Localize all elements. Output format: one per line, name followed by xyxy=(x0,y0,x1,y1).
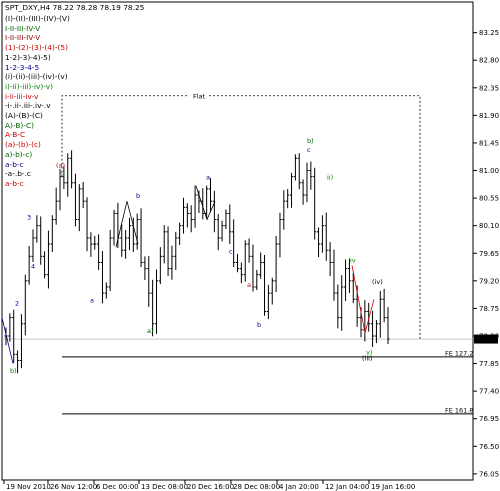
plot-frame xyxy=(1,1,474,481)
x-tick-label: 19 Jan 16:00 xyxy=(371,483,415,491)
legend-entry: i-ii-iii-iv-v xyxy=(5,91,39,101)
flat-box xyxy=(61,95,421,340)
wave-label: a xyxy=(90,296,94,304)
wave-label: a xyxy=(206,174,210,182)
legend-entry: (A)-(B)-(C) xyxy=(5,111,43,121)
wave-label: c xyxy=(229,247,233,255)
wave-label: 4 xyxy=(31,263,35,271)
legend-entry: (i)-(ii)-(iii)-(iv)-(v) xyxy=(5,72,68,82)
y-tick-label: 81.90 xyxy=(479,112,499,120)
y-tick-label: 79.20 xyxy=(479,277,499,285)
legend-entry: 1-2-3-4-5 xyxy=(5,62,40,72)
wave-label: b) xyxy=(307,137,314,145)
wave-label: a) xyxy=(147,327,154,335)
x-tick-label: 26 Nov 12:00 xyxy=(50,483,97,491)
ohlc-low: 78.19 xyxy=(99,3,121,12)
wave-label: b) xyxy=(10,367,17,375)
wave-label: 3 xyxy=(27,214,31,222)
legend-entry: 1-2)-3)-4)-5) xyxy=(5,52,51,62)
legend-entry: -a-.b-.c xyxy=(5,169,31,179)
legend-entry: a-b-c xyxy=(5,159,24,169)
legend-entry: I-II-III-IV-V xyxy=(5,23,41,33)
y-tick-label: 80.10 xyxy=(479,222,499,230)
chart-window: 83.25 82.80 82.35 81.90 81.45 81.00 80.55 80.10… xyxy=(0,0,500,491)
wave-label: v) xyxy=(366,348,372,356)
x-tick-label: 12 Jan 04:00 xyxy=(325,483,369,491)
legend-entry: a-b-c xyxy=(5,178,24,188)
y-tick-label: 76.05 xyxy=(479,470,499,478)
y-tick-label: 80.55 xyxy=(479,195,499,203)
y-tick-label: 78.75 xyxy=(479,305,499,313)
fe-161-label: FE 161.8 xyxy=(445,406,474,414)
current-price-label: 78.25 xyxy=(476,336,496,344)
ohlc-open: 78.22 xyxy=(52,3,74,12)
legend-entry: I-II-III-IV-V xyxy=(5,33,41,43)
wave-label: 2 xyxy=(15,299,19,307)
wave-line xyxy=(1,317,14,364)
legend-entry: i)-ii)-iii)-iv)-v) xyxy=(5,81,54,91)
y-tick-label: 82.80 xyxy=(479,57,499,65)
legend-entry: A-B-C xyxy=(5,130,26,140)
fe-127-label: FE 127.2 xyxy=(445,349,474,357)
wave-label: iv xyxy=(350,256,356,264)
y-tick-label: 81.45 xyxy=(479,139,499,147)
symbol-label: SPT_DXY,H4 xyxy=(5,3,51,12)
x-tick-label: 20 Dec 16:00 xyxy=(187,483,234,491)
legend-entry: A)-B)-C) xyxy=(5,120,35,130)
flat-label: Flat xyxy=(193,92,206,100)
wave-line xyxy=(351,265,375,334)
ohlc-high: 78.28 xyxy=(76,3,98,12)
wave-line xyxy=(115,201,139,248)
wave-label: a xyxy=(247,281,251,289)
y-tick-label: 79.65 xyxy=(479,250,499,258)
chart-title: SPT_DXY,H4 78.22 78.28 78.19 78.25 xyxy=(5,3,144,12)
legend-entry: a)-b)-c) xyxy=(5,149,33,159)
x-tick-label: 28 Dec 08:00 xyxy=(233,483,280,491)
price-chart[interactable]: 83.25 82.80 82.35 81.90 81.45 81.00 80.55 80.10… xyxy=(0,0,500,491)
y-tick-label: 76.50 xyxy=(479,443,499,451)
x-tick-label: 13 Dec 08:00 xyxy=(141,483,188,491)
y-tick-label: 81.00 xyxy=(479,167,499,175)
wave-label: (iv) xyxy=(372,278,383,286)
legend-entry: (I)-(II)-(III)-(IV)-(V) xyxy=(5,14,70,23)
wave-label: b xyxy=(136,192,140,200)
x-tick-label: 19 Nov 2010 xyxy=(6,483,51,491)
wave-label: c xyxy=(307,146,311,154)
x-tick-label: 4 Jan 20:00 xyxy=(279,483,319,491)
ohlc-close: 78.25 xyxy=(123,3,145,12)
legend-entry: (1)-(2)-(3)-(4)-(5) xyxy=(5,43,69,53)
y-tick-label: 82.35 xyxy=(479,84,499,92)
y-tick-label: 77.85 xyxy=(479,360,499,368)
wave-label: ii) xyxy=(327,174,333,182)
y-tick-label: 76.95 xyxy=(479,415,499,423)
legend-entry: -i-.ii-.iii-.iv-.v xyxy=(5,101,51,111)
wave-legend: (I)-(II)-(III)-(IV)-(V) I-II-III-IV-V I-II… xyxy=(5,14,70,189)
y-tick-label: 83.25 xyxy=(479,29,499,37)
y-tick-label: 77.40 xyxy=(479,388,499,396)
wave-label: b xyxy=(257,321,261,329)
x-tick-label: 6 Dec 00:00 xyxy=(96,483,139,491)
legend-entry: (a)-(b)-(c) xyxy=(5,140,41,150)
